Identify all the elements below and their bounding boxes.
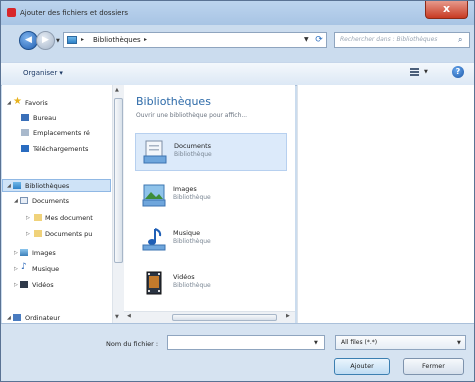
recent-locations-chevron-icon[interactable]: ▼	[56, 38, 60, 44]
library-name: Musique	[173, 229, 201, 237]
expand-arrow-icon[interactable]: ◢	[7, 183, 11, 189]
computer-icon	[13, 314, 21, 321]
expand-arrow-icon[interactable]: ◢	[7, 315, 11, 321]
expand-arrow-icon[interactable]: ▷	[14, 282, 18, 288]
scroll-up-arrow-icon[interactable]: ▲	[115, 87, 119, 93]
search-input[interactable]: Rechercher dans : Bibliothèques ⌕	[334, 32, 470, 48]
nav-images[interactable]: Images	[32, 249, 56, 257]
library-name: Vidéos	[173, 273, 195, 281]
nav-computer[interactable]: Ordinateur	[25, 314, 60, 322]
nav-vertical-scrollbar[interactable]: ▲ ▼	[112, 85, 124, 325]
library-item-music[interactable]: Musique Bibliothèque	[135, 221, 287, 259]
scroll-down-arrow-icon[interactable]: ▼	[115, 314, 119, 320]
breadcrumb-libraries[interactable]: Bibliothèques	[93, 36, 141, 44]
expand-arrow-icon[interactable]: ◢	[14, 198, 18, 204]
filename-label: Nom du fichier :	[106, 340, 159, 348]
search-icon[interactable]: ⌕	[458, 35, 462, 45]
nav-music[interactable]: Musique	[32, 265, 59, 273]
scroll-right-arrow-icon[interactable]: ▶	[286, 313, 290, 319]
address-dropdown-chevron-icon[interactable]: ▼	[304, 36, 309, 43]
content-horizontal-scrollbar[interactable]: ◀ ▶	[124, 311, 295, 323]
content-subtitle: Ouvrir une bibliothèque pour affich...	[136, 112, 248, 119]
music-icon: ♪	[21, 262, 27, 272]
nav-videos[interactable]: Vidéos	[32, 281, 54, 289]
help-icon[interactable]: ?	[452, 66, 464, 78]
library-type: Bibliothèque	[173, 194, 211, 201]
nav-libraries[interactable]: Bibliothèques	[25, 182, 69, 190]
window-title: Ajouter des fichiers et dossiers	[20, 9, 128, 17]
nav-recent-places[interactable]: Emplacements ré	[33, 129, 90, 137]
library-list-pane: Bibliothèques Ouvrir une bibliothèque po…	[124, 85, 295, 311]
title-bar[interactable]: Ajouter des fichiers et dossiers x	[1, 1, 474, 25]
file-type-chevron-icon[interactable]: ▼	[457, 340, 461, 346]
file-type-value: All files (*.*)	[341, 339, 378, 346]
library-item-videos[interactable]: Vidéos Bibliothèque	[135, 265, 287, 303]
library-item-documents[interactable]: Documents Bibliothèque	[135, 133, 287, 171]
desktop-icon	[21, 114, 29, 121]
preview-pane	[297, 85, 474, 323]
close-dialog-button[interactable]: Fermer	[403, 358, 464, 375]
library-type: Bibliothèque	[173, 282, 211, 289]
libraries-icon	[13, 182, 21, 189]
images-icon	[142, 184, 166, 207]
refresh-icon[interactable]: ⟳	[312, 33, 326, 47]
close-button[interactable]: x	[425, 1, 468, 19]
expand-arrow-icon[interactable]: ▷	[26, 215, 30, 221]
filename-input[interactable]	[167, 335, 325, 350]
file-dialog-window: Ajouter des fichiers et dossiers x ◀ ▶ ▼…	[0, 0, 475, 382]
breadcrumb-arrow-icon[interactable]: ▸	[144, 36, 147, 43]
scroll-thumb[interactable]	[172, 314, 277, 321]
address-bar[interactable]: ▸ Bibliothèques ▸	[63, 32, 327, 48]
nav-favorites[interactable]: Favoris	[25, 99, 48, 107]
breadcrumb-arrow-icon[interactable]: ▸	[81, 36, 84, 43]
library-item-images[interactable]: Images Bibliothèque	[135, 177, 287, 215]
navigation-pane: ◢ ★ Favoris Bureau Emplacements ré Téléc…	[2, 85, 112, 325]
add-button[interactable]: Ajouter	[334, 358, 390, 375]
forward-button[interactable]: ▶	[36, 31, 55, 50]
change-view-icon[interactable]	[410, 68, 419, 76]
videos-icon	[146, 271, 162, 295]
nav-my-documents[interactable]: Mes document	[45, 214, 93, 222]
file-type-select[interactable]: All files (*.*) ▼	[335, 335, 466, 350]
library-type: Bibliothèque	[174, 151, 212, 158]
folder-icon	[34, 214, 42, 221]
library-type: Bibliothèque	[173, 238, 211, 245]
view-options-chevron-icon[interactable]: ▼	[424, 69, 428, 75]
nav-desktop[interactable]: Bureau	[33, 114, 56, 122]
nav-downloads[interactable]: Téléchargements	[33, 145, 88, 153]
recent-places-icon	[21, 129, 29, 136]
organize-button[interactable]: Organiser ▾	[23, 69, 63, 77]
expand-arrow-icon[interactable]: ▷	[14, 266, 18, 272]
scroll-left-arrow-icon[interactable]: ◀	[127, 313, 131, 319]
command-bar: Organiser ▾ ▼ ?	[1, 62, 474, 86]
library-name: Images	[173, 185, 197, 193]
app-icon	[7, 8, 16, 17]
downloads-icon	[21, 145, 29, 152]
content-title: Bibliothèques	[136, 95, 211, 108]
music-icon	[142, 228, 166, 251]
nav-documents[interactable]: Documents	[32, 197, 69, 205]
expand-arrow-icon[interactable]: ▷	[26, 231, 30, 237]
favorites-star-icon: ★	[13, 96, 22, 107]
expand-arrow-icon[interactable]: ◢	[7, 100, 11, 106]
nav-public-documents[interactable]: Documents pu	[45, 230, 92, 238]
scroll-thumb[interactable]	[114, 98, 123, 263]
filename-history-chevron-icon[interactable]: ▼	[314, 340, 318, 346]
documents-icon	[20, 197, 28, 204]
libraries-icon	[67, 36, 77, 44]
images-icon	[20, 249, 28, 256]
expand-arrow-icon[interactable]: ▷	[14, 250, 18, 256]
library-name: Documents	[174, 142, 212, 150]
videos-icon	[20, 281, 28, 288]
search-placeholder: Rechercher dans : Bibliothèques	[340, 36, 438, 43]
documents-icon	[143, 140, 167, 164]
folder-icon	[34, 230, 42, 237]
